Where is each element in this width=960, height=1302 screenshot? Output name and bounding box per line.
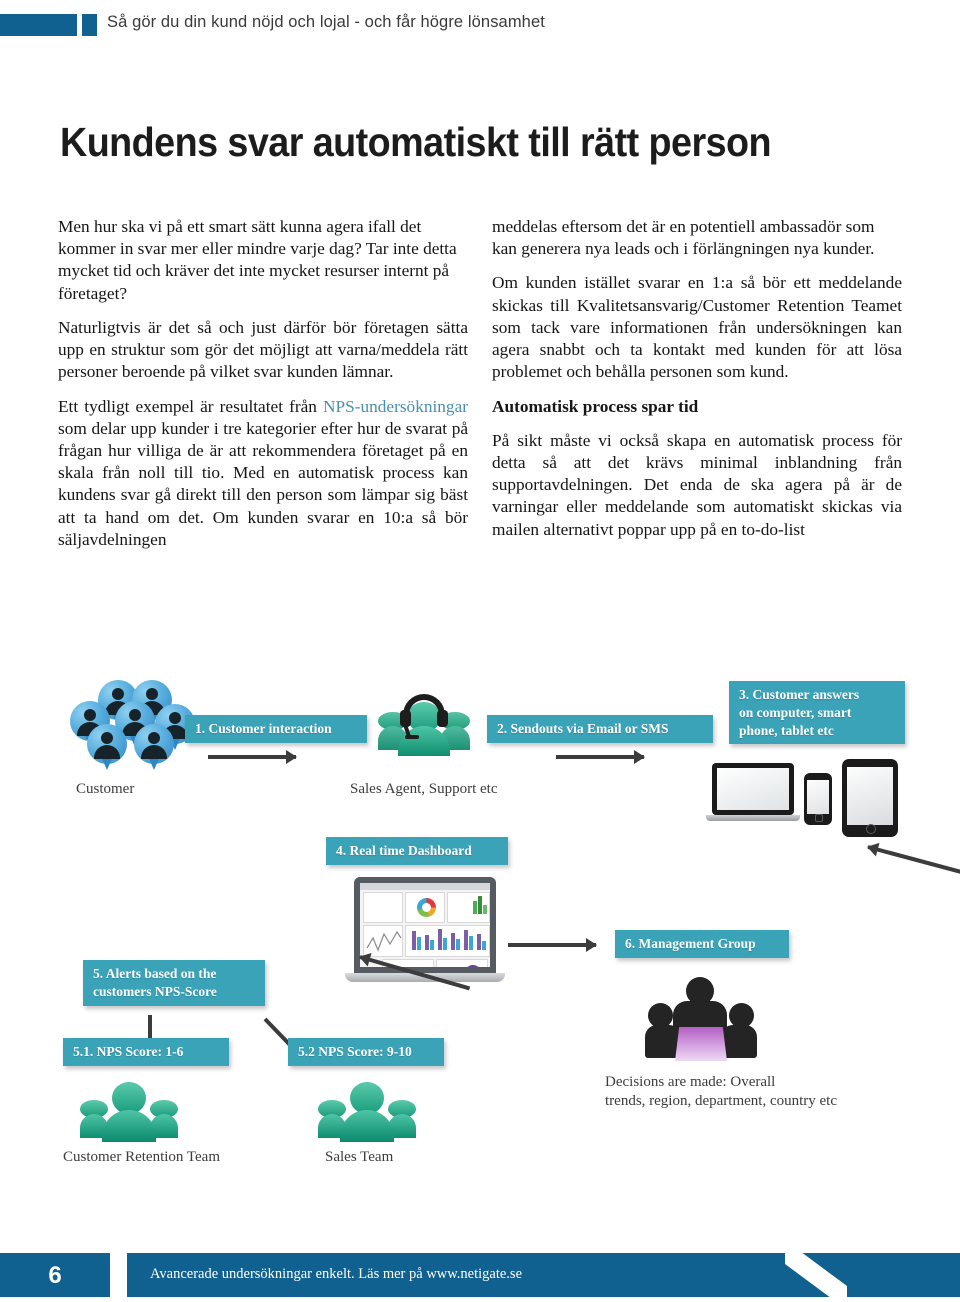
caption-customer-retention-team: Customer Retention Team: [63, 1149, 220, 1165]
caption-management: Decisions are made: Overall trends, regi…: [605, 1074, 838, 1109]
footer-text: Avancerade undersökningar enkelt. Läs me…: [150, 1266, 523, 1282]
header-accent-square: [82, 14, 97, 36]
arrow-agent-to-devices: [556, 755, 644, 759]
sales-team-icon: [318, 1080, 418, 1142]
nps-link[interactable]: NPS-undersökningar: [323, 397, 468, 416]
step-5-2-label-box: 5.2 NPS Score: 9-10: [288, 1038, 444, 1066]
paragraph-left-1: Men hur ska vi på ett smart sätt kunna a…: [58, 217, 457, 303]
page-number: 6: [48, 1262, 62, 1289]
body-column-right: meddelas eftersom det är en potentiell a…: [492, 216, 902, 553]
body-column-left: Men hur ska vi på ett smart sätt kunna a…: [58, 216, 468, 563]
paragraph-left-3-part2: som delar upp kunder i tre kategorier ef…: [58, 418, 468, 549]
conference-table-icon: [675, 1027, 727, 1061]
step-5-label-box: 5. Alerts based on the customers NPS-Sco…: [83, 960, 265, 1006]
paragraph-right-3: På sikt måste vi också skapa en automati…: [492, 430, 902, 539]
page-title: Kundens svar automatiskt till rätt perso…: [60, 119, 772, 166]
paragraph-right-2: Om kunden istället svarar en 1:a så bör …: [492, 273, 902, 382]
step-2-label-box: 2. Sendouts via Email or SMS: [487, 715, 713, 743]
paragraph-left-3: Ett tydligt exempel är resultatet från N…: [58, 396, 468, 552]
caption-customer: Customer: [76, 781, 135, 797]
customer-avatar-icon: [87, 724, 127, 770]
arrow-dashboard-to-management: [508, 943, 596, 947]
page-number-box: 6: [0, 1253, 110, 1297]
footer-bar: Avancerade undersökningar enkelt. Läs me…: [127, 1252, 960, 1298]
step-4-label-box: 4. Real time Dashboard: [326, 837, 508, 865]
step-1-label-box: 1. Customer interaction: [185, 715, 367, 743]
step-6-label-box: 6. Management Group: [615, 930, 789, 958]
customer-icon-group: [66, 680, 195, 780]
smartphone-icon: [804, 773, 832, 825]
sales-agent-icon-group: [378, 690, 470, 756]
running-header-title: Så gör du din kund nöjd och lojal - och …: [107, 13, 545, 31]
caption-sales-agent: Sales Agent, Support etc: [350, 781, 498, 797]
netigate-n-logo-icon: [785, 1252, 847, 1298]
management-group-icon: [645, 977, 761, 1065]
laptop-icon: [706, 763, 800, 821]
subheading-automatisk-process: Automatisk process spar tid: [492, 396, 699, 416]
step-3-label-box: 3. Customer answers on computer, smart p…: [729, 681, 905, 745]
caption-sales-team: Sales Team: [325, 1149, 394, 1165]
tablet-icon: [842, 759, 898, 837]
header-accent-bar: [0, 14, 77, 36]
page-footer: 6 Avancerade undersökningar enkelt. Läs …: [0, 1252, 960, 1298]
customer-avatar-icon: [134, 724, 174, 770]
customer-retention-team-icon: [80, 1080, 180, 1142]
paragraph-left-2: Naturligtvis är det så och just därför b…: [58, 317, 468, 382]
process-diagram: Customer 1. Customer interaction 1. Cust…: [0, 655, 960, 1195]
arrow-devices-to-dashboard: [867, 845, 960, 891]
paragraph-right-1: meddelas eftersom det är en potentiell a…: [492, 217, 875, 259]
arrow-customer-to-agent: [208, 755, 296, 759]
running-header: Så gör du din kund nöjd och lojal - och …: [0, 0, 960, 56]
device-group: [706, 755, 912, 837]
paragraph-left-3-part1: Ett tydligt exempel är resultatet från: [58, 396, 324, 416]
dashboard-laptop-icon: [345, 877, 505, 989]
step-5-1-label-box: 5.1. NPS Score: 1-6: [63, 1038, 229, 1066]
